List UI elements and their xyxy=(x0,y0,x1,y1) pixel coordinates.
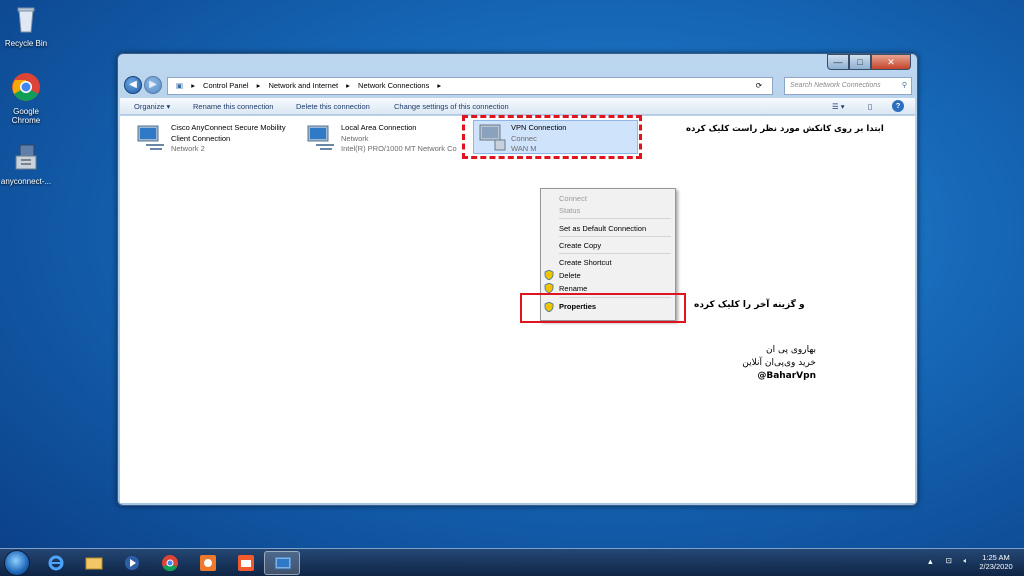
search-input[interactable]: Search Network Connections ⚲ xyxy=(784,77,912,95)
step1-annotation: ابتدا بر روی کانکش مورد نظر راست کلیک کر… xyxy=(686,124,884,134)
desktop-icon-recycle-bin[interactable]: Recycle Bin xyxy=(0,4,52,48)
watermark-title: بهاروی پی ان xyxy=(766,345,816,355)
help-icon[interactable]: ? xyxy=(892,100,904,112)
menu-separator xyxy=(559,253,671,254)
clock-time: 1:25 AM xyxy=(982,553,1010,562)
menu-item-create-copy[interactable]: Create Copy xyxy=(559,241,601,250)
taskbar-app-orange[interactable] xyxy=(190,551,226,575)
watermark-handle: @BaharVpn xyxy=(757,371,816,381)
connection-status: Network xyxy=(341,133,369,143)
menu-item-rename[interactable]: Rename xyxy=(559,284,587,293)
connection-item-cisco[interactable]: Cisco AnyConnect Secure Mobility Client … xyxy=(134,123,294,157)
menu-item-status[interactable]: Status xyxy=(559,206,580,215)
shield-icon xyxy=(544,283,554,293)
close-button[interactable]: ✕ xyxy=(871,54,911,70)
chevron-right-icon: ▸ xyxy=(346,81,350,90)
menu-item-set-default[interactable]: Set as Default Connection xyxy=(559,224,646,233)
folder-icon: ▣ xyxy=(176,81,184,90)
shield-icon xyxy=(544,270,554,280)
taskbar-chrome[interactable] xyxy=(152,551,188,575)
installer-icon xyxy=(15,144,37,170)
volume-icon[interactable]: 🔈︎ xyxy=(964,556,969,566)
view-options-icon[interactable]: ☰ ▾ xyxy=(832,102,845,111)
watermark-subtitle: خرید وی‌پی‌ان آنلاین xyxy=(742,358,816,368)
menu-item-create-shortcut[interactable]: Create Shortcut xyxy=(559,258,612,267)
watermark: بهاروی پی ان خرید وی‌پی‌ان آنلاین @Bahar… xyxy=(716,344,816,383)
desktop-icon-chrome[interactable]: Google Chrome xyxy=(0,72,52,125)
menu-separator xyxy=(559,236,671,237)
chevron-right-icon: ▸ xyxy=(437,81,442,90)
connection-name: Cisco AnyConnect Secure Mobility xyxy=(171,123,286,132)
chrome-icon xyxy=(12,73,40,101)
clock[interactable]: 1:25 AM 2/23/2020 xyxy=(976,553,1016,571)
properties-highlight-box xyxy=(520,293,686,323)
taskbar-ie[interactable] xyxy=(38,551,74,575)
network-adapter-icon xyxy=(137,125,164,150)
command-bar: Organize ▾ Rename this connection Delete… xyxy=(120,98,915,115)
clock-date: 2/23/2020 xyxy=(979,562,1013,571)
organize-button[interactable]: Organize ▾ xyxy=(134,102,170,111)
change-settings-button[interactable]: Change settings of this connection xyxy=(394,102,509,111)
screen-recorder-icon xyxy=(200,555,216,571)
search-icon: ⚲ xyxy=(901,82,907,89)
breadcrumb-item[interactable]: Control Panel xyxy=(203,81,248,90)
breadcrumb-item[interactable]: Network Connections xyxy=(358,81,429,90)
network-connections-window: — □ ✕ ◀ ▶ ▣ ▸ Control Panel ▸ Network an… xyxy=(117,53,918,506)
breadcrumb-item[interactable]: Network and Internet xyxy=(268,81,338,90)
system-tray: ▲ ⊡ 🔈︎ 1:25 AM 2/23/2020 xyxy=(927,553,1016,571)
preview-pane-icon[interactable]: ▯ xyxy=(868,102,872,111)
folder-icon xyxy=(85,557,103,570)
desktop-icon-label: Recycle Bin xyxy=(4,39,48,48)
minimize-button[interactable]: — xyxy=(827,54,849,70)
vpn-highlight-box xyxy=(462,115,642,159)
address-row: ◀ ▶ ▣ ▸ Control Panel ▸ Network and Inte… xyxy=(122,74,913,96)
menu-item-connect[interactable]: Connect xyxy=(559,194,587,203)
taskbar-network-connections[interactable] xyxy=(264,551,300,575)
connection-name: Local Area Connection xyxy=(341,123,417,132)
desktop-icon-label: Google Chrome xyxy=(11,107,41,125)
menu-separator xyxy=(559,218,671,219)
delete-connection-button[interactable]: Delete this connection xyxy=(296,102,370,111)
show-hidden-icons-icon[interactable]: ▲ xyxy=(927,557,934,566)
chrome-icon xyxy=(162,555,178,572)
refresh-icon[interactable]: ⟳ xyxy=(756,78,762,94)
address-bar[interactable]: ▣ ▸ Control Panel ▸ Network and Internet… xyxy=(167,77,773,95)
connection-status: Network 2 xyxy=(171,144,205,153)
connection-name-line2: Client Connection xyxy=(171,133,231,143)
start-button[interactable] xyxy=(4,550,30,576)
camera-icon xyxy=(238,555,254,571)
recycle-bin-icon xyxy=(17,7,35,33)
desktop-icon-label: anyconnect-... xyxy=(0,177,52,186)
menu-item-delete[interactable]: Delete xyxy=(559,271,581,280)
network-connections-icon xyxy=(274,556,292,570)
taskbar-app-camera[interactable] xyxy=(228,551,264,575)
forward-button[interactable]: ▶ xyxy=(144,76,162,94)
chevron-right-icon: ▸ xyxy=(256,81,261,90)
window-controls: — □ ✕ xyxy=(827,54,911,70)
rename-connection-button[interactable]: Rename this connection xyxy=(193,102,273,111)
network-adapter-icon xyxy=(307,125,334,150)
back-button[interactable]: ◀ xyxy=(124,76,142,94)
maximize-button[interactable]: □ xyxy=(849,54,871,70)
connection-device: Intel(R) PRO/1000 MT Network Co xyxy=(341,144,457,153)
taskbar: ▲ ⊡ 🔈︎ 1:25 AM 2/23/2020 xyxy=(0,548,1024,576)
step2-annotation: و گزینه آخر را کلیک کرده xyxy=(694,300,805,310)
taskbar-explorer[interactable] xyxy=(76,551,112,575)
taskbar-media-player[interactable] xyxy=(114,551,150,575)
connection-item-local-area[interactable]: Local Area Connection Network Intel(R) P… xyxy=(304,123,464,157)
internet-explorer-icon xyxy=(48,555,64,571)
connections-list: Cisco AnyConnect Secure Mobility Client … xyxy=(120,115,915,503)
network-tray-icon[interactable]: ⊡ xyxy=(946,556,952,565)
desktop-icon-anyconnect[interactable]: anyconnect-... xyxy=(0,142,52,186)
play-icon xyxy=(125,556,139,570)
chevron-right-icon: ▸ xyxy=(191,81,195,90)
